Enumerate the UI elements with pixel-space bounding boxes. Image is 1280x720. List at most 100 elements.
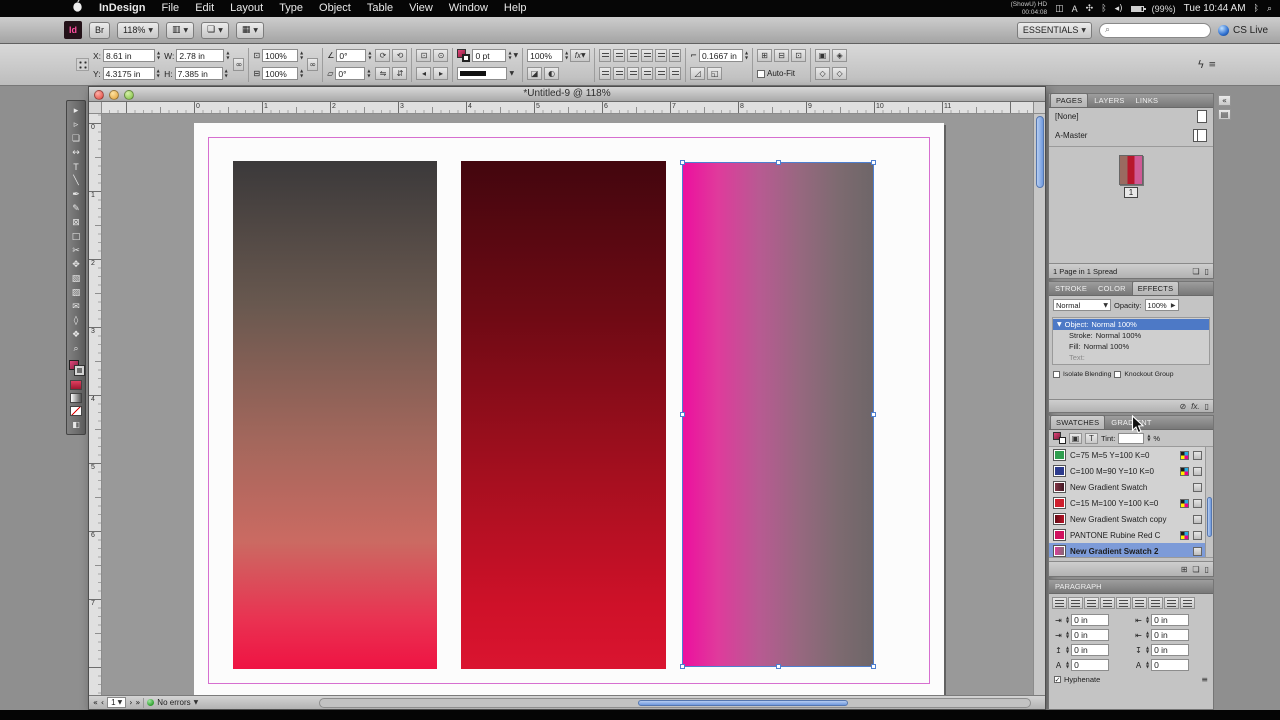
rectangle-frame-tool[interactable]: ⊠ — [67, 216, 85, 229]
stepper-icon[interactable]: ▲▼ — [368, 51, 371, 60]
stepper-icon[interactable]: ▲▼ — [565, 51, 568, 60]
last-line-indent-field[interactable]: 0 in — [1151, 629, 1189, 641]
corner-size-field[interactable]: 0.1667 in — [699, 49, 743, 62]
line-tool[interactable]: ╲ — [67, 174, 85, 187]
align-middle-icon[interactable] — [655, 49, 667, 62]
effects-row-text[interactable]: Text: — [1053, 352, 1209, 363]
menu-view[interactable]: View — [401, 0, 441, 17]
stepper-icon[interactable]: ▲▼ — [226, 51, 229, 60]
apple-menu-icon[interactable] — [64, 0, 91, 18]
menu-object[interactable]: Object — [311, 0, 359, 17]
corner-shape-icon[interactable]: ◿ — [690, 67, 705, 80]
formatting-container-icon[interactable]: ▣ — [1069, 433, 1082, 444]
arrange-documents-dropdown[interactable]: ▦▼ — [236, 22, 264, 39]
effects-row-object[interactable]: ▼Object:Normal 100% — [1053, 319, 1209, 330]
swatch-scroll-thumb[interactable] — [1207, 497, 1212, 537]
align-top-icon[interactable] — [641, 49, 653, 62]
menu-edit[interactable]: Edit — [187, 0, 222, 17]
distribute-bottom-icon[interactable] — [669, 67, 681, 80]
page-1-thumbnail[interactable] — [1119, 155, 1143, 185]
scale-y-field[interactable]: 100% — [262, 67, 298, 80]
swatch-row-selected[interactable]: New Gradient Swatch 2 — [1049, 543, 1213, 558]
wrap-none-icon[interactable]: ▣ — [815, 49, 830, 62]
selection-tool[interactable]: ▸ — [67, 104, 85, 117]
stroke-swatch[interactable] — [75, 366, 84, 375]
screen-mode-button[interactable]: ◧ — [67, 418, 85, 431]
align-center-text-icon[interactable] — [1068, 597, 1083, 609]
transparency-icon[interactable]: ◐ — [544, 67, 559, 80]
knockout-group-checkbox[interactable] — [1114, 371, 1121, 378]
swatch-row[interactable]: C=15 M=100 Y=100 K=0 — [1049, 495, 1213, 511]
last-page-button[interactable]: » — [135, 698, 140, 707]
collapse-dock-icon[interactable]: « — [1218, 95, 1231, 106]
scale-x-field[interactable]: 100% — [262, 49, 298, 62]
menu-table[interactable]: Table — [359, 0, 401, 17]
scissors-tool[interactable]: ✂ — [67, 244, 85, 257]
search-field[interactable]: ⌕ — [1099, 23, 1211, 38]
constrain-dimensions-icon[interactable]: ∞ — [233, 58, 244, 71]
stroke-fill-proxy[interactable] — [457, 49, 470, 62]
selection-frame[interactable] — [682, 162, 874, 667]
wrap-jump-icon[interactable]: ◇ — [832, 67, 847, 80]
control-panel-menu-icon[interactable]: ≡ — [1208, 60, 1216, 70]
drop-cap-lines-field[interactable]: 0 — [1071, 659, 1109, 671]
horizontal-ruler[interactable]: 0 1 2 3 4 5 6 7 8 9 10 11 — [102, 102, 1035, 114]
tab-stroke[interactable]: STROKE — [1050, 282, 1092, 295]
view-options-dropdown[interactable]: ▥▼ — [166, 22, 194, 39]
stroke-weight-field[interactable]: 0 pt — [472, 49, 506, 62]
ruler-origin-box[interactable] — [89, 102, 102, 114]
height-field[interactable]: 7.385 in — [175, 67, 223, 80]
display-icon[interactable]: ◫ — [1055, 4, 1064, 14]
blend-mode-dropdown[interactable]: Normal▼ — [1053, 299, 1111, 311]
rotate-90-cw-icon[interactable]: ⟳ — [375, 49, 390, 62]
selection-handle[interactable] — [680, 412, 685, 417]
align-left-text-icon[interactable] — [1052, 597, 1067, 609]
menu-help[interactable]: Help — [496, 0, 535, 17]
stepper-icon[interactable]: ▲▼ — [367, 69, 370, 78]
swatch-scrollbar[interactable] — [1205, 447, 1213, 558]
corner-apply-icon[interactable]: ◱ — [707, 67, 722, 80]
master-a-row[interactable]: A-Master — [1049, 125, 1213, 147]
wrap-bounding-box-icon[interactable]: ◈ — [832, 49, 847, 62]
shear-field[interactable]: 0° — [335, 67, 365, 80]
paragraph-panel-header[interactable]: PARAGRAPH — [1049, 580, 1213, 594]
selection-handle[interactable] — [680, 160, 685, 165]
drop-shadow-icon[interactable]: ◪ — [527, 67, 542, 80]
selection-handle[interactable] — [871, 664, 876, 669]
selection-handle[interactable] — [776, 160, 781, 165]
swatch-row[interactable]: New Gradient Swatch — [1049, 479, 1213, 495]
cs-live-button[interactable]: CS Live — [1218, 25, 1268, 36]
page-tool[interactable]: ❏ — [67, 132, 85, 145]
y-field[interactable]: 4.3175 in — [103, 67, 155, 80]
stepper-icon[interactable]: ▲▼ — [157, 51, 160, 60]
tab-color[interactable]: COLOR — [1093, 282, 1131, 295]
zoom-tool[interactable]: ⌕ — [67, 342, 85, 355]
delete-swatch-icon[interactable]: ▯ — [1205, 565, 1209, 574]
stroke-style-dropdown[interactable] — [457, 67, 507, 80]
horizontal-scrollbar[interactable] — [319, 698, 1031, 708]
right-indent-field[interactable]: 0 in — [1151, 614, 1189, 626]
note-tool[interactable]: ✉ — [67, 300, 85, 313]
zoom-level-dropdown[interactable]: 118%▼ — [117, 22, 159, 39]
tab-swatches[interactable]: SWATCHES — [1050, 415, 1105, 429]
auto-fit-checkbox[interactable] — [757, 70, 765, 78]
pasteboard[interactable] — [102, 114, 1035, 697]
page-1-label[interactable]: 1 — [1124, 187, 1138, 198]
hyphenate-checkbox[interactable]: ✓ — [1054, 676, 1061, 683]
x-field[interactable]: 8.61 in — [103, 49, 155, 62]
vertical-scrollbar[interactable] — [1033, 114, 1045, 697]
distribute-right-icon[interactable] — [627, 67, 639, 80]
distribute-left-icon[interactable] — [599, 67, 611, 80]
align-towards-spine-icon[interactable] — [1164, 597, 1179, 609]
volume-icon[interactable]: ◂) — [1115, 4, 1123, 14]
previous-page-button[interactable]: ‹ — [101, 698, 104, 707]
bluetooth-2-icon[interactable]: ᛒ — [1254, 4, 1259, 14]
stepper-icon[interactable]: ▲▼ — [1146, 616, 1149, 625]
gradient-swatch-tool[interactable]: ▧ — [67, 272, 85, 285]
align-bottom-icon[interactable] — [669, 49, 681, 62]
effects-row-fill[interactable]: Fill:Normal 100% — [1053, 341, 1209, 352]
apply-color-button[interactable] — [70, 380, 82, 390]
dock-panel-icon[interactable]: ▤ — [1218, 109, 1231, 120]
free-transform-tool[interactable]: ✥ — [67, 258, 85, 271]
distribute-center-icon[interactable] — [613, 67, 625, 80]
